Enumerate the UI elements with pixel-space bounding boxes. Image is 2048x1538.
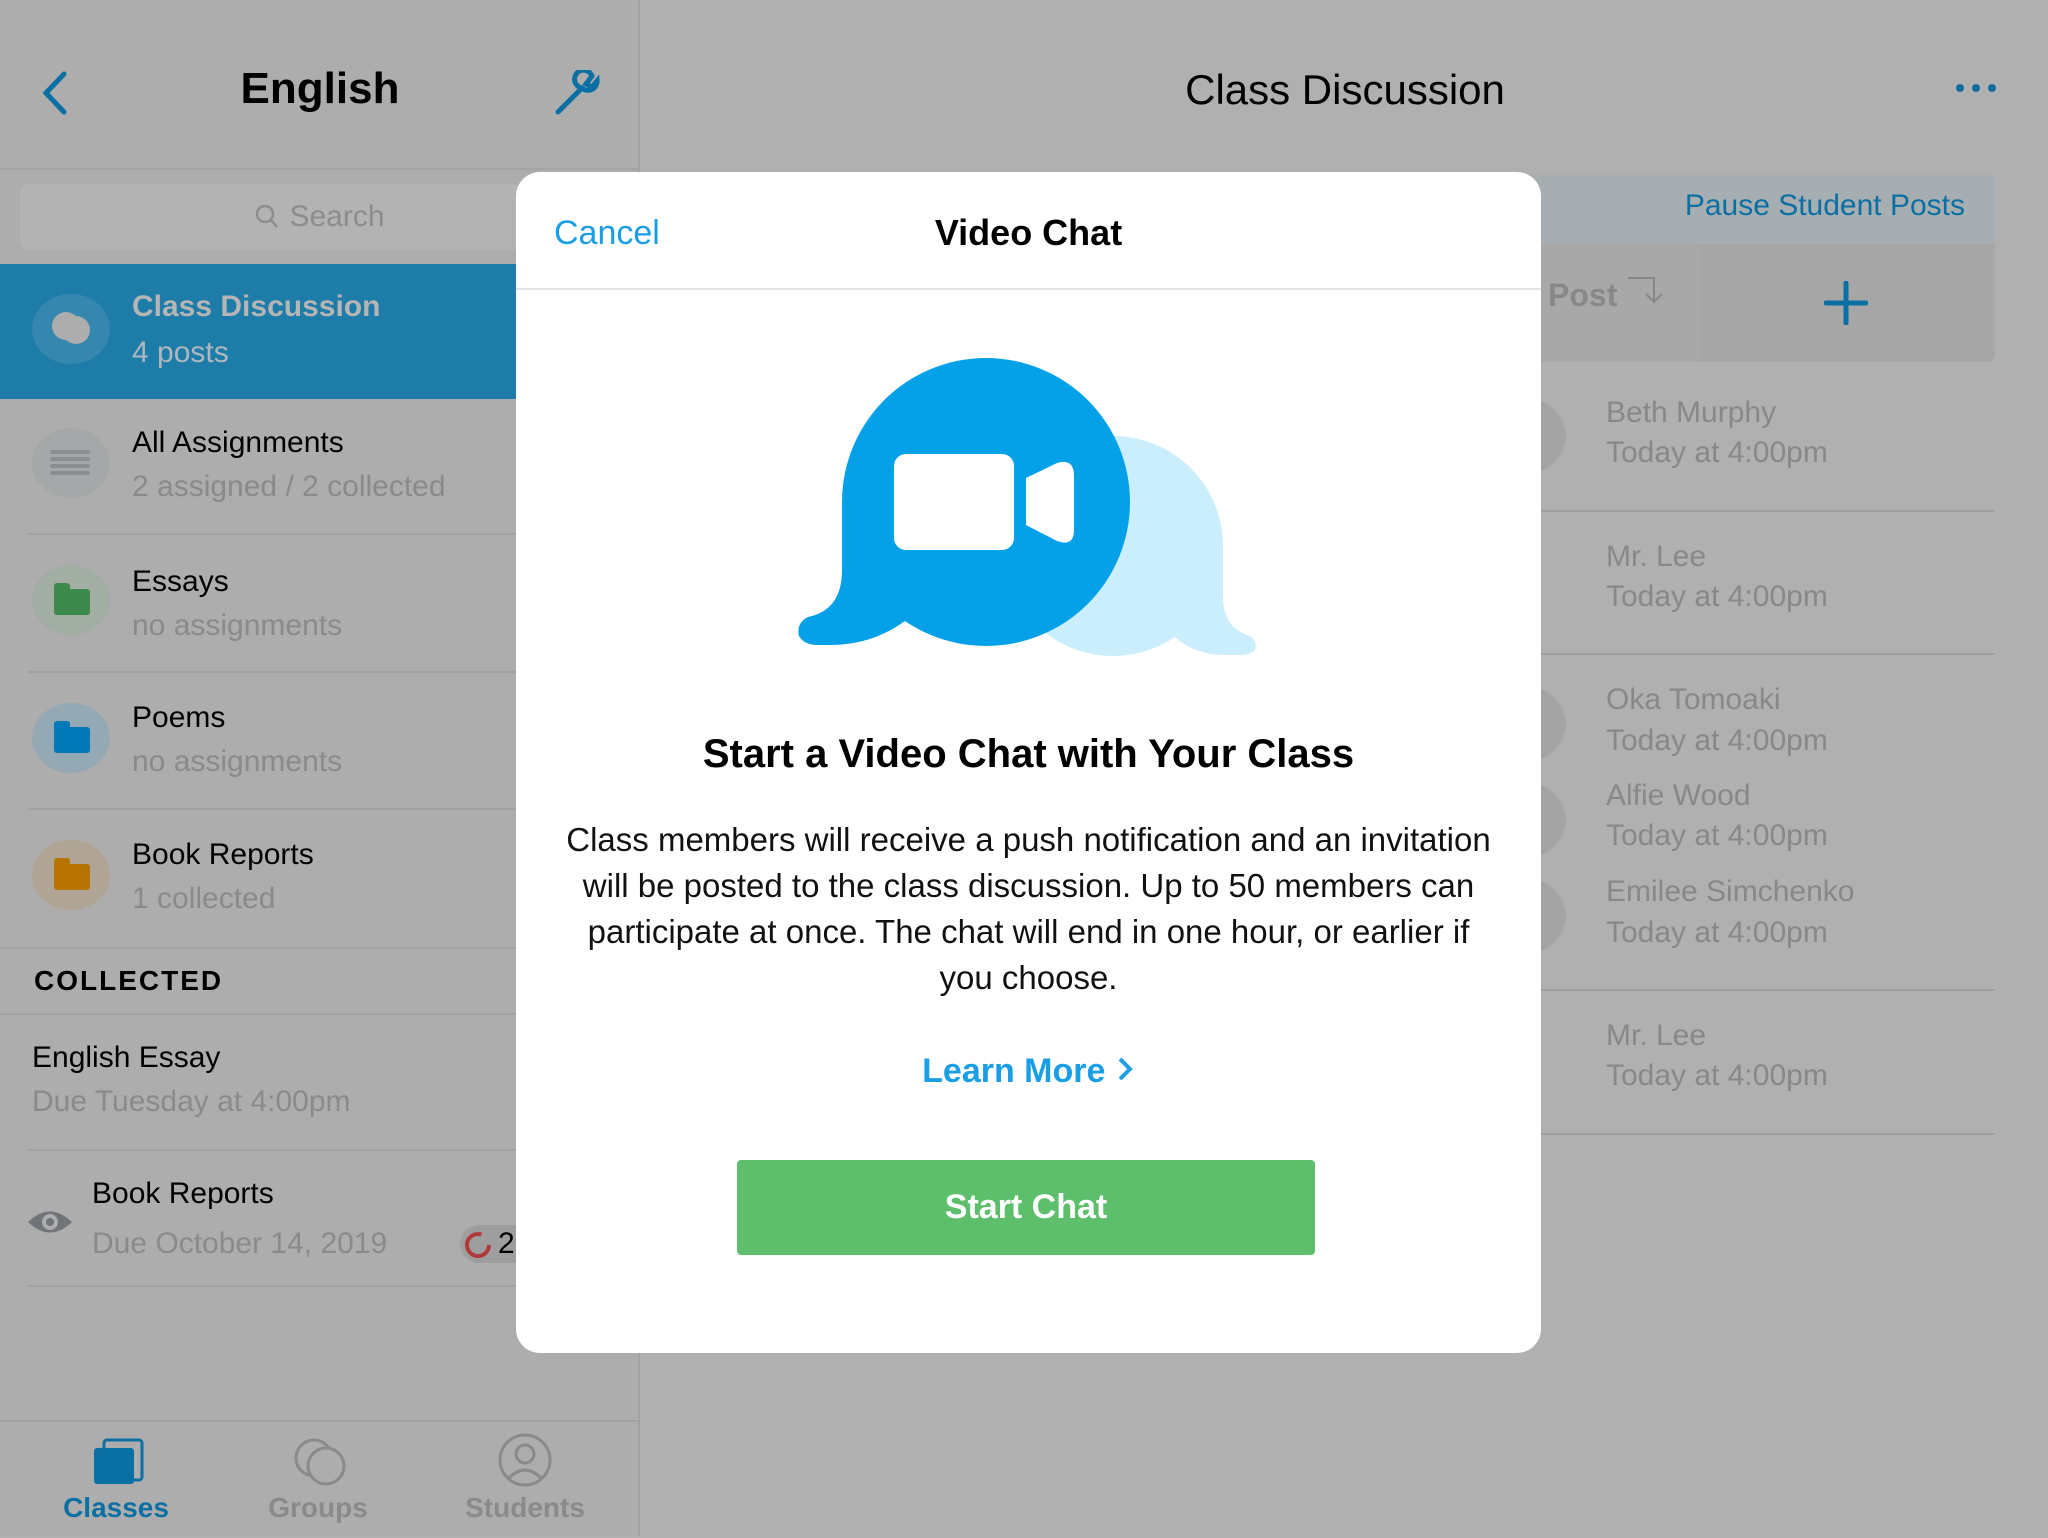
- pause-student-posts-button[interactable]: Pause Student Posts: [1685, 189, 1965, 223]
- item-subtitle: 2 assigned / 2 collected: [132, 470, 446, 503]
- page-title: Class Discussion: [1185, 66, 1505, 113]
- item-subtitle: no assignments: [132, 745, 343, 778]
- plus-icon: [1824, 281, 1868, 325]
- search-icon: [256, 204, 279, 228]
- tab-label: Classes: [63, 1492, 169, 1523]
- more-options-icon[interactable]: [1955, 80, 1997, 96]
- item-label: Book Reports: [132, 838, 314, 871]
- tab-label: Groups: [268, 1492, 368, 1523]
- item-label: English Essay: [32, 1041, 221, 1074]
- tab-classes[interactable]: Classes: [16, 1422, 216, 1538]
- learn-more-label: Learn More: [922, 1052, 1106, 1090]
- add-post-button[interactable]: [1698, 244, 1995, 362]
- search-placeholder: Search: [289, 200, 385, 233]
- item-subtitle: 1 collected: [132, 882, 276, 915]
- video-chat-modal: Cancel Video Chat Start a Video Chat wit…: [516, 172, 1541, 1353]
- item-label: All Assignments: [132, 426, 344, 459]
- class-title: English: [240, 64, 400, 113]
- item-subtitle: Due October 14, 2019: [92, 1227, 388, 1260]
- eye-icon: [28, 1211, 72, 1233]
- item-label: Poems: [132, 701, 226, 734]
- list-icon: [32, 428, 110, 498]
- item-label: Class Discussion: [132, 290, 381, 323]
- tab-groups[interactable]: Groups: [218, 1422, 418, 1538]
- modal-description: Class members will receive a push notifi…: [566, 821, 1491, 996]
- modal-heading: Start a Video Chat with Your Class: [702, 732, 1355, 776]
- badge-count: 2: [498, 1227, 515, 1260]
- section-header-label: COLLECTED: [34, 965, 224, 996]
- item-subtitle: Due Tuesday at 4:00pm: [32, 1085, 351, 1118]
- folder-icon: [32, 703, 110, 773]
- folder-icon: [32, 840, 110, 910]
- chat-bubbles-icon: [32, 294, 110, 364]
- item-subtitle: no assignments: [132, 609, 343, 642]
- folders-icon: [94, 1438, 144, 1484]
- start-chat-button[interactable]: Start Chat: [737, 1160, 1315, 1255]
- sidebar-header: English: [0, 0, 640, 170]
- sort-label: Post: [1548, 277, 1618, 313]
- item-label: Book Reports: [92, 1177, 274, 1210]
- person-icon: [498, 1433, 552, 1487]
- modal-title: Video Chat: [934, 212, 1123, 253]
- progress-ring-icon: [465, 1232, 491, 1258]
- tab-label: Students: [465, 1492, 585, 1523]
- modal-header: Cancel Video Chat: [516, 172, 1541, 290]
- item-label: Essays: [132, 565, 229, 598]
- tab-bar: Classes Groups Students: [0, 1420, 640, 1536]
- wrench-icon[interactable]: [552, 70, 602, 116]
- groups-icon: [294, 1438, 346, 1486]
- sort-button[interactable]: Post: [1548, 274, 1666, 314]
- chevron-right-icon: [1118, 1057, 1133, 1081]
- item-subtitle: 4 posts: [132, 336, 229, 369]
- video-chat-illustration-icon: [798, 358, 1256, 656]
- tab-students[interactable]: Students: [425, 1422, 625, 1538]
- folder-icon: [32, 565, 110, 635]
- learn-more-link[interactable]: Learn More: [516, 1052, 1541, 1091]
- sort-arrow-icon: [1628, 277, 1663, 304]
